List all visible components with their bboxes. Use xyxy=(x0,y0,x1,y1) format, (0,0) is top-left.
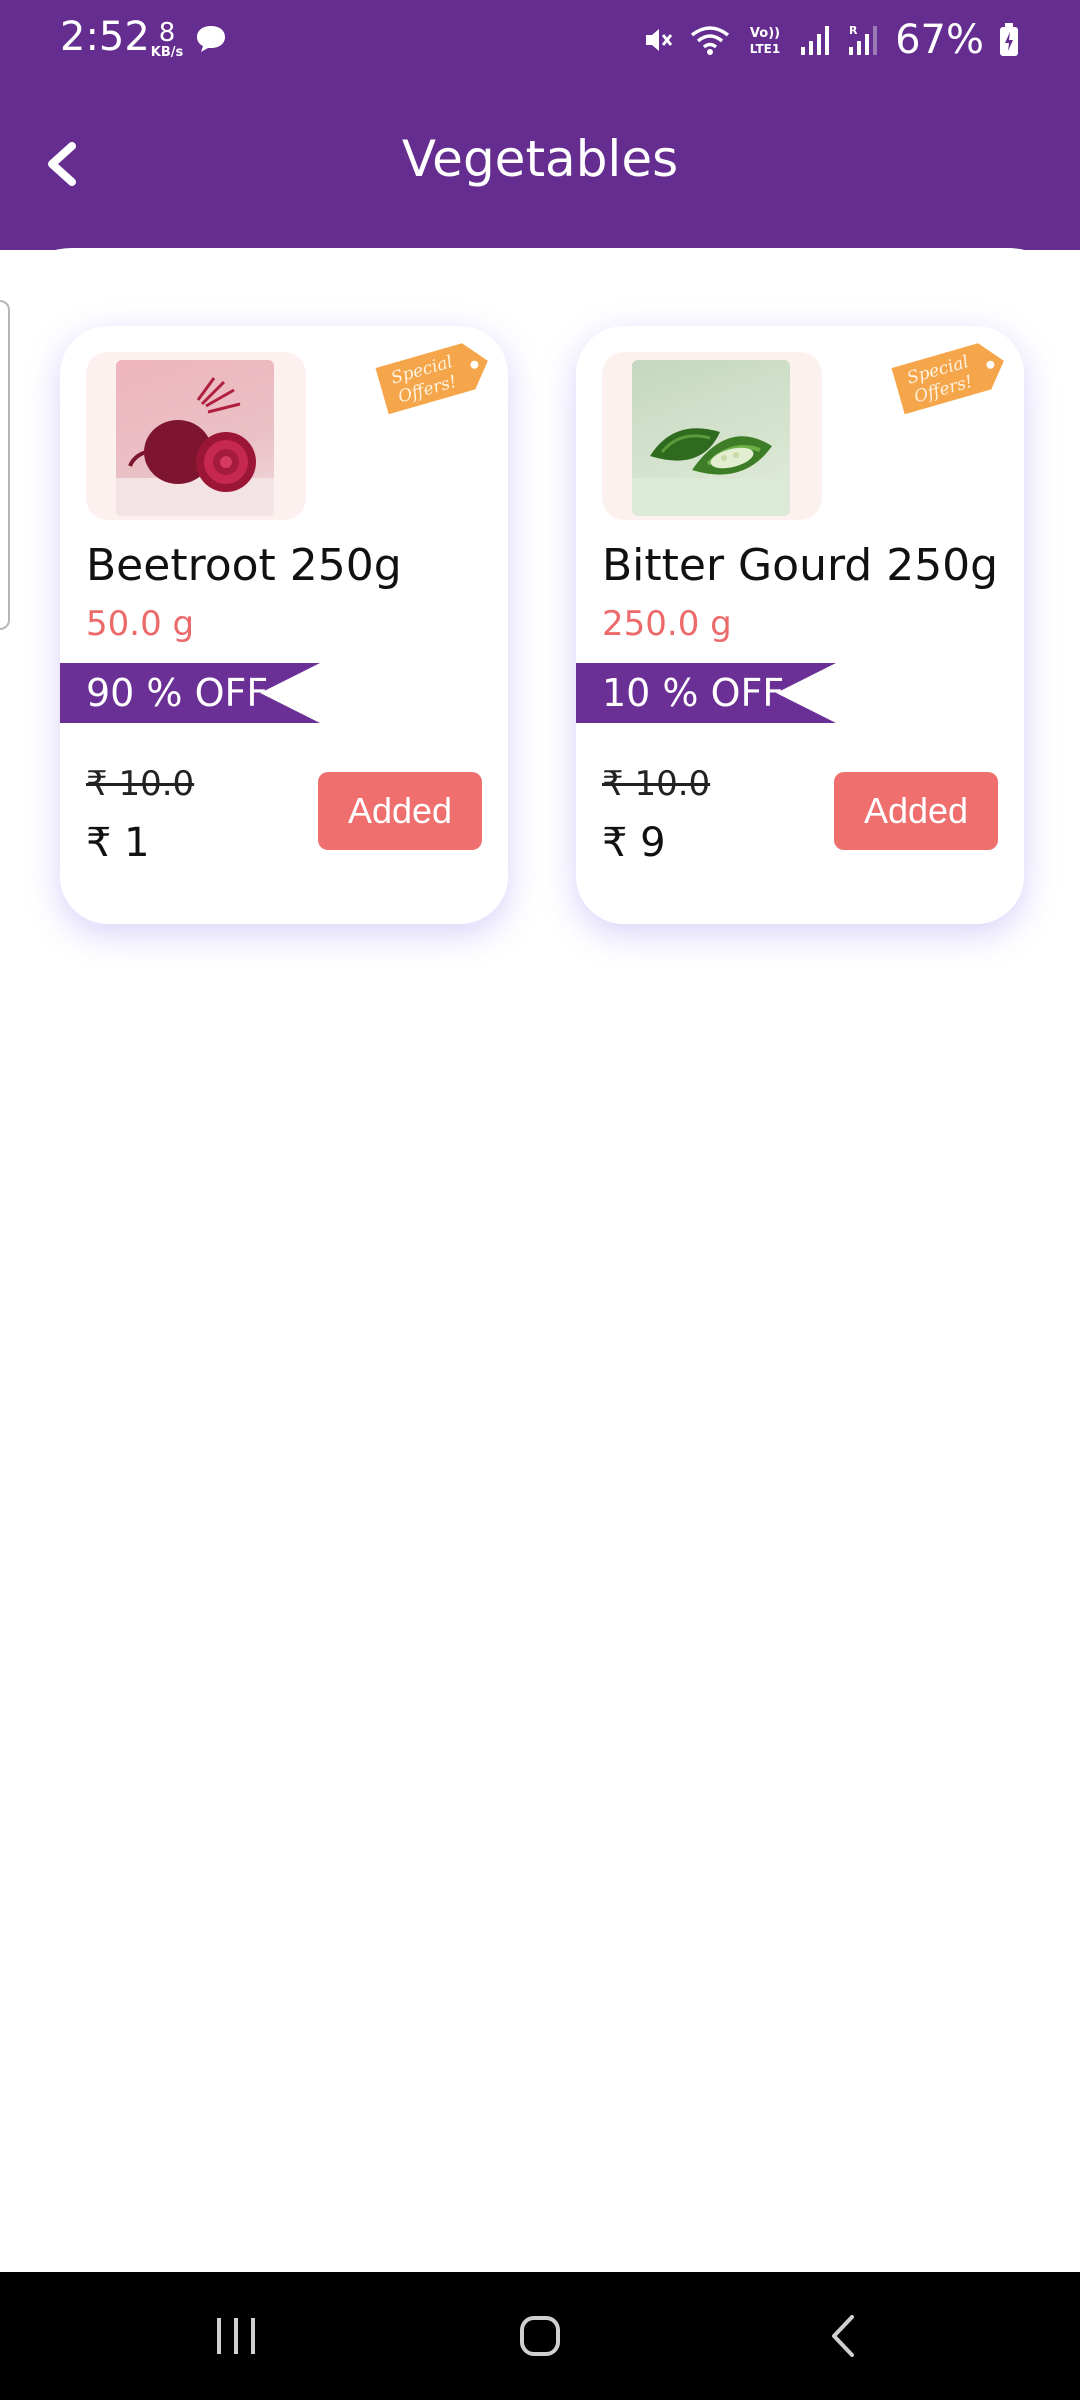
edge-panel-handle[interactable] xyxy=(0,300,10,630)
back-nav-button[interactable] xyxy=(794,2296,894,2376)
page-title: Vegetables xyxy=(401,130,679,188)
network-speed-unit: KB/s xyxy=(150,45,184,60)
signal-icon xyxy=(801,26,830,55)
status-icons: Vo)) LTE1 R 67% xyxy=(641,16,1020,64)
title-bar: Vegetables xyxy=(0,110,1080,220)
battery-percent: 67% xyxy=(895,17,984,63)
status-bar: 2:52 8 KB/s Vo)) LTE1 R 67% xyxy=(0,0,1080,78)
discount-ribbon: 90 % OFF xyxy=(60,663,320,723)
back-nav-icon xyxy=(832,2315,854,2357)
product-name: Bitter Gourd 250g xyxy=(602,540,999,591)
network-speed: 8 KB/s xyxy=(145,20,189,59)
special-offer-tag: Special Offers! xyxy=(375,343,488,415)
added-button[interactable]: Added xyxy=(318,772,482,850)
signal-icon: R xyxy=(849,24,878,55)
discount-label: 90 % OFF xyxy=(86,671,269,715)
chat-icon xyxy=(197,26,225,52)
home-icon xyxy=(520,2316,560,2356)
status-time: 2:52 xyxy=(60,14,150,60)
product-image xyxy=(116,360,274,516)
app-header: 2:52 8 KB/s Vo)) LTE1 R 67% Vegetables xyxy=(0,0,1080,250)
sale-price: ₹ 1 xyxy=(86,820,150,866)
network-speed-value: 8 xyxy=(158,18,176,48)
mute-icon xyxy=(646,29,673,51)
battery-icon xyxy=(1000,23,1018,56)
product-card[interactable]: Special Offers! Beetroot 250g 50.0 g 90 … xyxy=(60,326,508,924)
svg-text:Vo)): Vo)) xyxy=(750,26,780,41)
special-offer-tag: Special Offers! xyxy=(891,343,1004,415)
product-name: Beetroot 250g xyxy=(86,540,402,591)
svg-text:LTE1: LTE1 xyxy=(750,42,780,56)
product-weight: 250.0 g xyxy=(602,604,732,644)
system-nav-bar xyxy=(0,2272,1080,2400)
discount-label: 10 % OFF xyxy=(602,671,785,715)
product-image-frame xyxy=(602,352,822,520)
product-weight: 50.0 g xyxy=(86,604,195,644)
original-price: ₹ 10.0 xyxy=(602,764,711,804)
original-price: ₹ 10.0 xyxy=(86,764,195,804)
wifi-icon xyxy=(691,26,730,55)
added-button[interactable]: Added xyxy=(834,772,998,850)
product-card[interactable]: Special Offers! Bitter Gourd 250g 250.0 … xyxy=(576,326,1024,924)
recent-apps-button[interactable] xyxy=(186,2296,286,2376)
svg-text:R: R xyxy=(849,24,858,37)
home-button[interactable] xyxy=(490,2296,590,2376)
sale-price: ₹ 9 xyxy=(602,820,666,866)
product-image xyxy=(632,360,790,516)
discount-ribbon: 10 % OFF xyxy=(576,663,836,723)
product-image-frame xyxy=(86,352,306,520)
recent-apps-icon xyxy=(217,2318,255,2354)
volte-icon: Vo)) LTE1 xyxy=(750,26,780,56)
